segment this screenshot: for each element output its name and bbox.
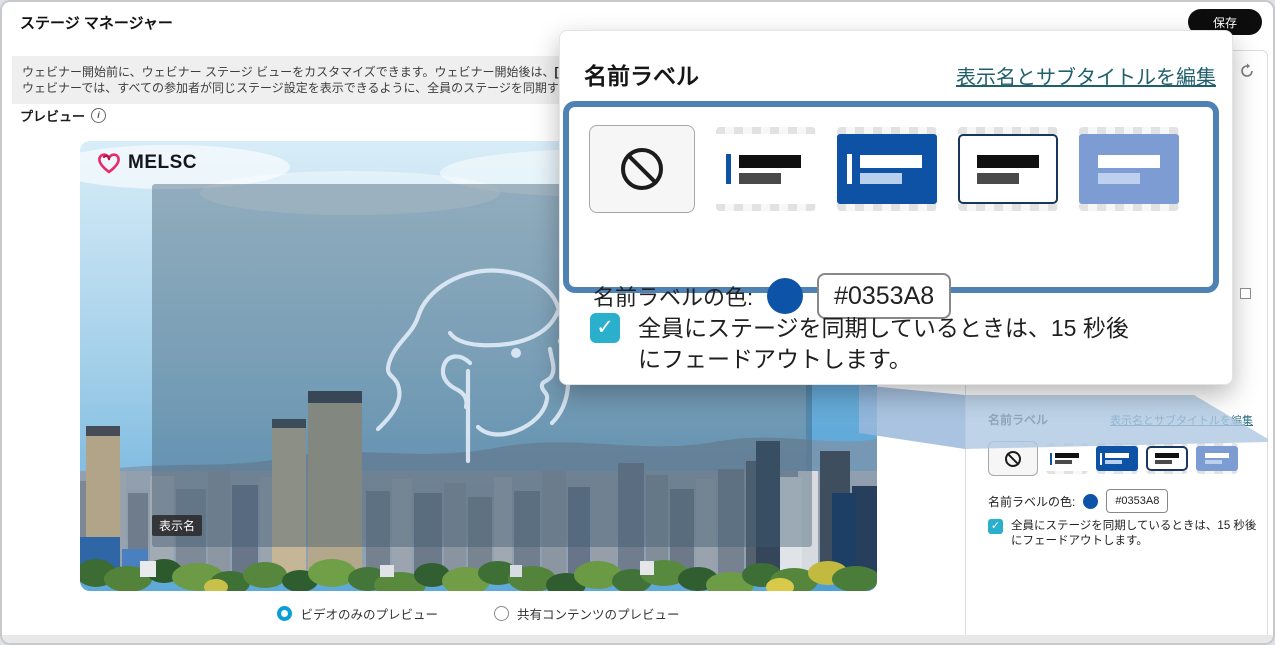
color-label: 名前ラベルの色: [593, 280, 753, 312]
popup-title: 名前ラベル [584, 57, 699, 91]
color-hex-input[interactable] [1106, 489, 1168, 513]
popup-label-style-light-accent-button[interactable] [716, 127, 816, 211]
label-style-outlined-button[interactable] [1146, 443, 1188, 474]
color-swatch[interactable] [1083, 494, 1098, 509]
preview-mode-radios: ビデオのみのプレビュー 共有コンテンツのプレビュー [80, 604, 877, 623]
popup-label-style-soft-blue-button[interactable] [1079, 127, 1179, 211]
radio-unselected-icon[interactable] [494, 606, 509, 621]
melsc-heart-icon [96, 151, 122, 175]
label-style-light-accent-button[interactable] [1046, 443, 1088, 474]
color-swatch[interactable] [767, 278, 803, 314]
brand-text: MELSC [128, 152, 197, 174]
popup-edit-display-name-link[interactable]: 表示名とサブタイトルを編集 [956, 61, 1216, 90]
label-style-blue-filled-button[interactable] [1096, 443, 1138, 474]
popup-label-style-options [589, 125, 1213, 213]
label-style-none-button[interactable] [988, 441, 1038, 476]
popup-label-style-none-button[interactable] [589, 125, 695, 213]
label-style-soft-blue-button[interactable] [1196, 443, 1238, 474]
prohibition-icon [621, 148, 663, 190]
info-icon[interactable]: i [91, 108, 106, 123]
preview-section-label: プレビュー i [20, 106, 106, 125]
name-label-popup: 名前ラベル 表示名とサブタイトルを編集 [559, 30, 1233, 385]
callout-handle [1240, 288, 1251, 299]
sync-fadeout-text: 全員にステージを同期しているときは、15 秒後 にフェードアウトします。 [1011, 519, 1256, 549]
page-bottom-strip [2, 635, 1273, 643]
banner-line1: ウェビナー開始前に、ウェビナー ステージ ビューをカスタマイズできます。ウェビナ… [22, 65, 555, 79]
radio-video-only[interactable]: ビデオのみのプレビュー [277, 604, 438, 623]
banner-line2: ウェビナーでは、すべての参加者が同じステージ設定を表示できるように、全員のステー… [22, 81, 595, 95]
name-label-title: 名前ラベル [988, 411, 1048, 428]
popup-sync-fadeout-text: 全員にステージを同期しているときは、15 秒後 にフェードアウトします。 [638, 313, 1129, 375]
radio-selected-icon[interactable] [277, 606, 292, 621]
prohibition-icon [1005, 451, 1021, 467]
page-title: ステージ マネージャー [20, 12, 173, 33]
checkbox-checked-icon[interactable]: ✓ [988, 519, 1003, 534]
name-label-section-header: 名前ラベル 表示名とサブタイトルを編集 [988, 411, 1253, 428]
refresh-icon[interactable] [1239, 63, 1255, 79]
popup-sync-fadeout-setting: ✓ 全員にステージを同期しているときは、15 秒後 にフェードアウトします。 [590, 313, 1129, 375]
sync-fadeout-setting: ✓ 全員にステージを同期しているときは、15 秒後 にフェードアウトします。 [988, 519, 1256, 549]
name-label-color-row: 名前ラベルの色: [988, 489, 1168, 513]
label-style-options [988, 441, 1238, 476]
brand-logo: MELSC [96, 151, 197, 175]
edit-display-name-link[interactable]: 表示名とサブタイトルを編集 [1110, 412, 1253, 428]
radio-shared-content[interactable]: 共有コンテンツのプレビュー [494, 604, 680, 623]
popup-label-style-outlined-button[interactable] [958, 127, 1058, 211]
popup-label-style-blue-filled-button[interactable] [837, 127, 937, 211]
checkbox-checked-icon[interactable]: ✓ [590, 313, 620, 343]
popup-highlight-box: 名前ラベルの色: [563, 101, 1219, 293]
display-name-chip: 表示名 [152, 515, 202, 536]
color-label: 名前ラベルの色: [988, 493, 1075, 510]
stage-manager-window: ステージ マネージャー 保存 ウェビナー開始前に、ウェビナー ステージ ビューを… [0, 0, 1275, 645]
